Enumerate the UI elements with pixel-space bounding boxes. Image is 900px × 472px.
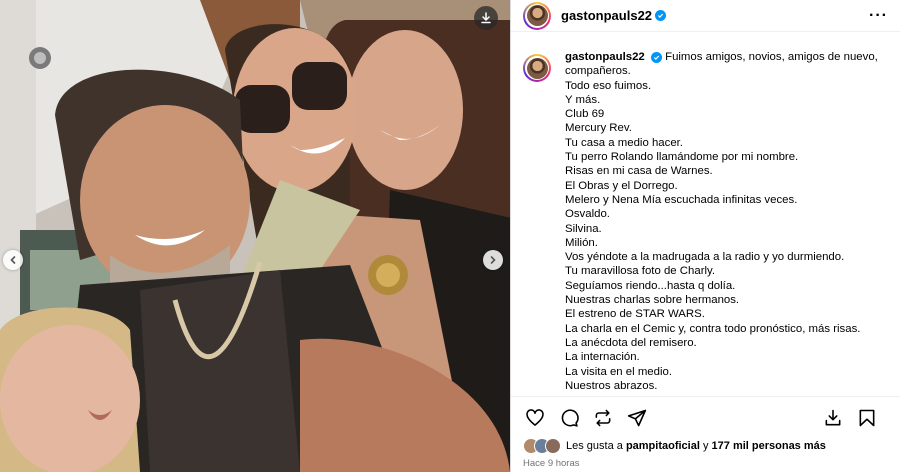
caption-line: Risas en mi casa de Warnes. [565, 165, 713, 178]
likes-count[interactable]: 177 mil personas más [712, 440, 826, 452]
bookmark-icon [859, 409, 875, 426]
save-button[interactable] [855, 406, 879, 430]
caption-line: Nuestros abrazos. [565, 379, 658, 392]
caption-line: Tu maravillosa foto de Charly. [565, 265, 716, 278]
chevron-left-icon [10, 256, 16, 264]
caption-line: El estreno de STAR WARS. [565, 308, 705, 321]
caption-line: Seguíamos riendo...hasta q dolía. [565, 279, 736, 292]
comment-icon [561, 408, 579, 427]
more-options-icon[interactable]: ··· [869, 7, 888, 25]
caption-line: compañeros. [565, 65, 631, 78]
post-header: gastonpauls22 ··· [511, 0, 900, 32]
likes-text: Les gusta a pampitaoficial y 177 mil per… [566, 440, 826, 452]
save-to-collection-icon [825, 409, 841, 425]
photo-scene [0, 0, 510, 472]
repost-icon [595, 409, 611, 426]
liker-avatar [545, 438, 561, 454]
caption-line: Silvina. [565, 222, 602, 235]
repost-button[interactable] [591, 406, 615, 430]
caption-line: Osvaldo. [565, 208, 610, 221]
comment-button[interactable] [557, 406, 581, 430]
caption-line: Melero y Nena Mía escuchada infinitas ve… [565, 193, 798, 206]
caption-row: gastonpauls22 Fuimos amigos, novios, ami… [523, 50, 889, 393]
caption-line: Y más. [565, 93, 601, 106]
caption-line: Todo eso fuimos. [565, 79, 652, 92]
caption-text: gastonpauls22 Fuimos amigos, novios, ami… [565, 50, 878, 393]
caption-line: El Obras y el Dorrego. [565, 179, 678, 192]
likes-connector: y [702, 440, 709, 452]
verified-badge-icon [655, 10, 667, 21]
author-avatar[interactable] [523, 1, 551, 30]
caption-avatar[interactable] [523, 54, 551, 82]
likes-user-link[interactable]: pampitaoficial [626, 440, 700, 452]
download-button[interactable] [474, 6, 498, 30]
previous-photo-button[interactable] [3, 250, 23, 270]
caption-username[interactable]: gastonpauls22 [565, 51, 645, 63]
verified-badge-icon [650, 52, 662, 63]
caption-line: La visita en el medio. [565, 365, 673, 378]
caption-line: Club 69 [565, 108, 605, 121]
chevron-right-icon [490, 256, 496, 264]
post-photo[interactable] [0, 0, 510, 472]
likes-summary[interactable]: Les gusta a pampitaoficial y 177 mil per… [523, 438, 826, 454]
post-side-panel: gastonpauls22 ··· gastonpauls22 Fuimos a… [510, 0, 900, 472]
post-actions [511, 396, 900, 438]
download-icon [481, 12, 491, 24]
next-photo-button[interactable] [483, 250, 503, 270]
caption-line: Fuimos amigos, novios, amigos de nuevo, [665, 51, 878, 63]
save-to-collection-button[interactable] [821, 406, 845, 430]
post-timestamp[interactable]: Hace 9 horas [523, 458, 580, 469]
caption-area: gastonpauls22 Fuimos amigos, novios, ami… [511, 50, 900, 396]
likes-prefix: Les gusta a [566, 440, 623, 452]
like-button[interactable] [523, 406, 547, 430]
caption-line: Vos yéndote a la madrugada a la radio y … [565, 251, 845, 264]
caption-line: Mercury Rev. [565, 122, 632, 135]
author-username[interactable]: gastonpauls22 [561, 8, 652, 23]
caption-line: La internación. [565, 351, 640, 364]
heart-icon [526, 408, 544, 426]
share-button[interactable] [625, 406, 649, 430]
share-icon [627, 409, 647, 426]
caption-line: Milión. [565, 236, 598, 249]
caption-line: Nuestras charlas sobre hermanos. [565, 294, 740, 307]
caption-line: La charla en el Cemic y, contra todo pro… [565, 322, 861, 335]
caption-line: Tu casa a medio hacer. [565, 136, 683, 149]
caption-line: Tu perro Rolando llamándome por mi nombr… [565, 151, 799, 164]
caption-line: La anécdota del remisero. [565, 336, 697, 349]
